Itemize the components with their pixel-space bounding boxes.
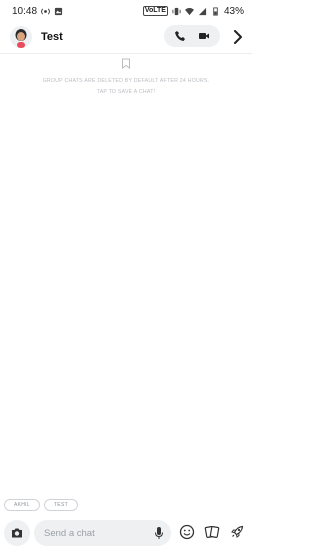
status-bar: 10:48 VoLTE 43% [0, 0, 252, 22]
emoji-icon [179, 524, 195, 540]
chat-input[interactable]: Send a chat [34, 520, 171, 546]
stickers-button[interactable] [203, 523, 221, 541]
battery-icon [211, 6, 220, 16]
header-divider [0, 53, 252, 54]
member-chips: AKHIL TEST [4, 499, 78, 511]
save-chat-icon [121, 58, 131, 69]
phone-icon [175, 31, 185, 41]
volte-badge: VoLTE [142, 6, 168, 16]
emoji-button[interactable] [178, 523, 196, 541]
video-icon [199, 33, 209, 39]
camera-button[interactable] [4, 520, 30, 546]
radio-icon [41, 7, 50, 16]
cards-icon [204, 526, 220, 538]
wifi-icon [184, 7, 194, 16]
rocket-icon [231, 525, 244, 538]
vibrate-icon [172, 7, 181, 16]
member-chip[interactable]: AKHIL [4, 499, 40, 511]
notice-line-2: TAP TO SAVE A CHAT! [96, 89, 156, 95]
chevron-right-icon [234, 30, 242, 44]
member-chip[interactable]: TEST [43, 499, 78, 511]
avatar[interactable] [10, 26, 32, 48]
save-chat-notice[interactable]: GROUP CHATS ARE DELETED BY DEFAULT AFTER… [0, 58, 252, 98]
chat-title[interactable]: Test [41, 31, 63, 43]
video-call-button[interactable] [194, 26, 214, 46]
chat-input-placeholder: Send a chat [44, 527, 95, 539]
mic-icon [155, 527, 163, 539]
battery-percent: 43% [223, 5, 244, 17]
chat-header: Test [0, 22, 252, 52]
camera-icon [12, 528, 22, 538]
status-time: 10:48 [12, 5, 38, 17]
mic-button[interactable] [153, 526, 165, 540]
bitmoji-icon [10, 26, 32, 48]
chat-composer: Send a chat [0, 516, 252, 552]
notice-line-1: GROUP CHATS ARE DELETED BY DEFAULT AFTER… [42, 78, 210, 84]
chevron-right-button[interactable] [231, 29, 245, 45]
signal-icon [198, 7, 207, 16]
rocket-button[interactable] [228, 523, 246, 541]
voice-call-button[interactable] [170, 26, 190, 46]
image-icon [54, 7, 63, 16]
call-buttons [164, 25, 220, 47]
